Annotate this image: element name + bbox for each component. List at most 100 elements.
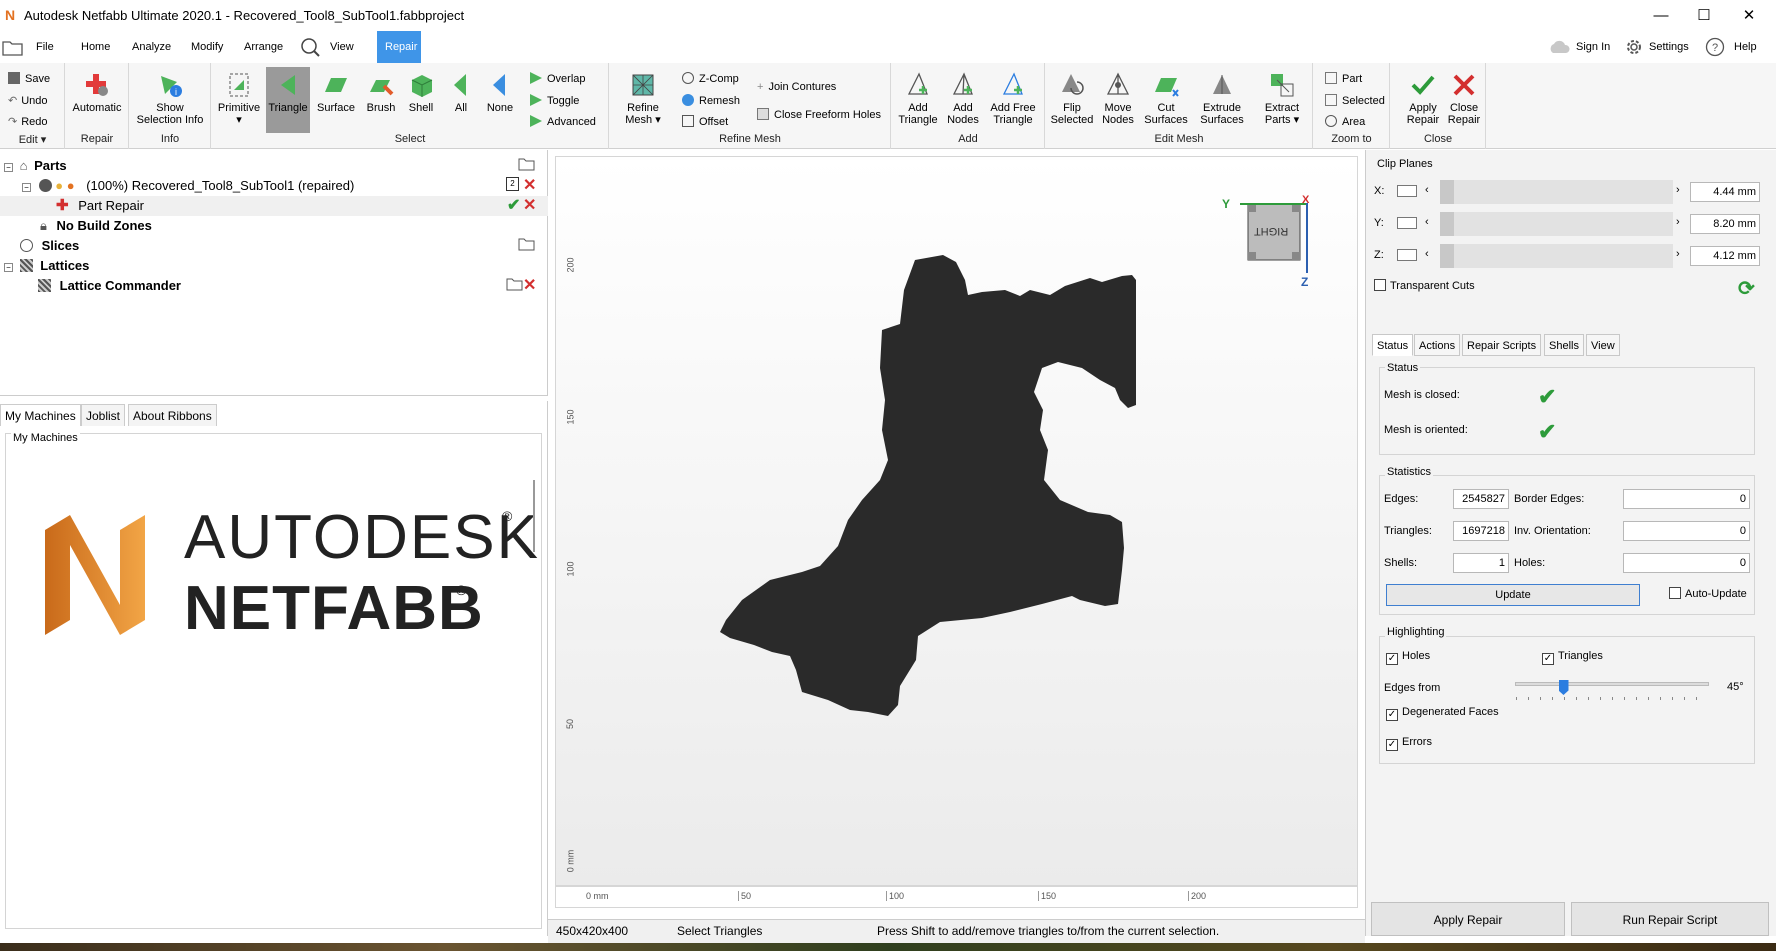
auto-update-box[interactable]	[1669, 587, 1681, 599]
zoom-selected-button[interactable]: Selected	[1325, 92, 1385, 110]
machines-scrollbar[interactable]	[533, 480, 535, 552]
clip-y-value[interactable]: 8.20 mm	[1690, 214, 1760, 234]
cut-surfaces-button[interactable]: Cut Surfaces	[1140, 72, 1192, 126]
toggle-button[interactable]: Toggle	[530, 92, 579, 110]
tab-view[interactable]: View	[322, 31, 362, 63]
close-window-button[interactable]: ✕	[1726, 0, 1772, 31]
tab-modify[interactable]: Modify	[183, 31, 231, 63]
holes-checkbox[interactable]: ✓ Holes	[1386, 650, 1430, 665]
collapse-toggle-icon[interactable]: −	[22, 183, 31, 192]
collapse-toggle-icon[interactable]: −	[4, 263, 13, 272]
apply-repair-ribbon-button[interactable]: Apply Repair	[1401, 72, 1445, 126]
brush-select-button[interactable]: Brush	[360, 72, 402, 114]
tab-about-ribbons[interactable]: About Ribbons	[128, 404, 217, 426]
holes-box[interactable]: ✓	[1386, 653, 1398, 665]
apply-repair-button[interactable]: Apply Repair	[1371, 902, 1565, 936]
panel-tab-view[interactable]: View	[1586, 334, 1620, 356]
lightbulb-icon[interactable]: ●	[55, 178, 63, 193]
tree-item-slices[interactable]: Slices	[20, 236, 79, 256]
show-selection-info-button[interactable]: i Show Selection Info	[131, 72, 209, 126]
help-link[interactable]: Help	[1734, 31, 1757, 63]
tree-item-part[interactable]: − ● ● (100%) Recovered_Tool8_SubTool1 (r…	[22, 176, 354, 196]
auto-update-checkbox[interactable]: Auto-Update	[1669, 587, 1747, 600]
degenerated-faces-checkbox[interactable]: ✓ Degenerated Faces	[1386, 706, 1499, 721]
maximize-button[interactable]: ☐	[1681, 0, 1727, 31]
degenerated-faces-box[interactable]: ✓	[1386, 709, 1398, 721]
errors-checkbox[interactable]: ✓ Errors	[1386, 736, 1432, 751]
color-palette-icon[interactable]: ●	[67, 178, 75, 193]
transparent-cuts-checkbox[interactable]: Transparent Cuts	[1374, 279, 1475, 292]
tab-arrange[interactable]: Arrange	[236, 31, 291, 63]
remove-part-icon[interactable]: ✕	[523, 175, 536, 195]
remesh-button[interactable]: Remesh	[682, 92, 740, 110]
clip-x-toggle[interactable]	[1397, 185, 1417, 197]
collapse-toggle-icon[interactable]: −	[4, 163, 13, 172]
primitive-button[interactable]: Primitive ▾	[216, 72, 262, 126]
clip-z-thumb[interactable]	[1440, 244, 1454, 268]
edges-from-slider[interactable]	[1515, 682, 1709, 686]
close-freeform-holes-button[interactable]: Close Freeform Holes	[757, 106, 881, 124]
update-button[interactable]: Update	[1386, 584, 1640, 606]
clip-x-thumb[interactable]	[1440, 180, 1454, 204]
panel-tab-status[interactable]: Status	[1372, 334, 1414, 356]
advanced-button[interactable]: Advanced	[530, 113, 596, 131]
triangle-select-button[interactable]: Triangle	[266, 67, 310, 133]
clip-y-slider[interactable]	[1440, 212, 1673, 236]
panel-tab-actions[interactable]: Actions	[1414, 334, 1461, 356]
transparent-cuts-box[interactable]	[1374, 279, 1386, 291]
panel-tab-shells[interactable]: Shells	[1544, 334, 1584, 356]
tree-item-lattice-commander[interactable]: Lattice Commander	[38, 276, 181, 296]
refine-mesh-button[interactable]: Refine Mesh ▾	[618, 72, 668, 126]
remove-lattice-icon[interactable]: ✕	[523, 275, 536, 295]
mesh-model[interactable]	[720, 250, 1190, 820]
tab-home[interactable]: Home	[73, 31, 118, 63]
help-icon[interactable]: ?	[1705, 37, 1725, 57]
tree-item-part-repair[interactable]: ✚ Part Repair	[56, 196, 144, 216]
clip-z-slider[interactable]	[1440, 244, 1673, 268]
close-repair-ribbon-button[interactable]: Close Repair	[1443, 72, 1485, 126]
visibility-icon[interactable]	[38, 179, 52, 192]
tree-item-no-build-zones[interactable]: 🔒︎ No Build Zones	[40, 216, 152, 236]
zoom-area-button[interactable]: Area	[1325, 113, 1365, 131]
tab-analyze[interactable]: Analyze	[124, 31, 179, 63]
clip-x-value[interactable]: 4.44 mm	[1690, 182, 1760, 202]
tab-my-machines[interactable]: My Machines	[0, 404, 81, 426]
automatic-repair-button[interactable]: Automatic	[68, 72, 126, 114]
move-nodes-button[interactable]: Move Nodes	[1098, 72, 1138, 126]
undo-button[interactable]: ↶ Undo	[8, 92, 48, 110]
gear-icon[interactable]	[1624, 37, 1644, 57]
tab-joblist[interactable]: Joblist	[81, 404, 126, 426]
overlap-button[interactable]: Overlap	[530, 70, 586, 88]
clip-y-toggle[interactable]	[1397, 217, 1417, 229]
offset-button[interactable]: Offset	[682, 113, 728, 131]
sign-in-link[interactable]: Sign In	[1576, 31, 1610, 63]
add-triangle-button[interactable]: Add Triangle	[895, 72, 941, 126]
tab-file[interactable]: File	[28, 31, 62, 63]
apply-check-icon[interactable]: ✔	[507, 195, 520, 215]
run-repair-script-button[interactable]: Run Repair Script	[1571, 902, 1769, 936]
clip-z-value[interactable]: 4.12 mm	[1690, 246, 1760, 266]
errors-box[interactable]: ✓	[1386, 739, 1398, 751]
shell-select-button[interactable]: Shell	[404, 72, 438, 114]
open-lattice-folder-icon[interactable]	[506, 277, 524, 291]
search-icon[interactable]	[300, 37, 320, 57]
clip-x-left-arrow-icon[interactable]: ‹	[1425, 184, 1429, 196]
select-none-button[interactable]: None	[482, 72, 518, 114]
clip-y-thumb[interactable]	[1440, 212, 1454, 236]
join-contures-button[interactable]: + Join Contures	[757, 78, 836, 96]
edit-group-dropdown[interactable]: Edit ▾	[0, 133, 65, 147]
tab-repair[interactable]: Repair	[377, 31, 421, 63]
settings-link[interactable]: Settings	[1649, 31, 1689, 63]
flip-selected-button[interactable]: Flip Selected	[1049, 72, 1095, 126]
clip-y-right-arrow-icon[interactable]: ›	[1676, 216, 1680, 228]
add-free-triangle-button[interactable]: Add Free Triangle	[985, 72, 1041, 126]
select-all-button[interactable]: All	[444, 72, 478, 114]
extrude-surfaces-button[interactable]: Extrude Surfaces	[1194, 72, 1250, 126]
clip-x-right-arrow-icon[interactable]: ›	[1676, 184, 1680, 196]
clip-z-left-arrow-icon[interactable]: ‹	[1425, 248, 1429, 260]
z-comp-button[interactable]: Z-Comp	[682, 70, 739, 88]
surface-select-button[interactable]: Surface	[314, 72, 358, 114]
zoom-part-button[interactable]: Part	[1325, 70, 1362, 88]
clip-z-toggle[interactable]	[1397, 249, 1417, 261]
redo-button[interactable]: ↷ Redo	[8, 113, 48, 131]
